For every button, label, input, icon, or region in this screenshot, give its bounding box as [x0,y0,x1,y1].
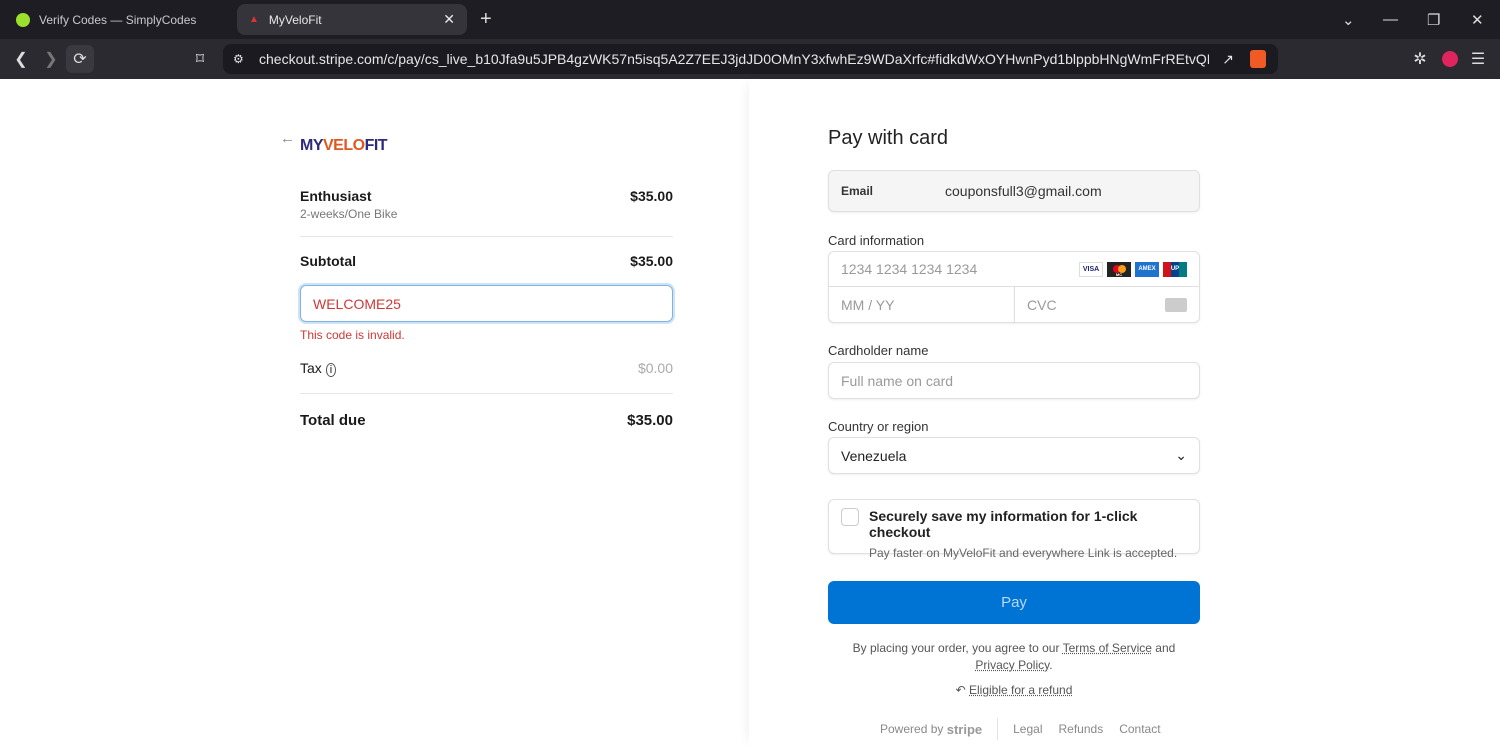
tab-label: Verify Codes — SimplyCodes [39,12,197,27]
powered-by: Powered by [880,722,944,736]
item-name: Enthusiast [300,188,372,204]
card-number-input[interactable]: 1234 1234 1234 1234 VISA MC AMEX UP [828,251,1200,287]
total-value: $35.00 [627,412,673,429]
total-row: Total due $35.00 [300,412,673,429]
amex-icon: AMEX [1135,261,1159,277]
extension-x-icon[interactable] [1440,39,1460,79]
bookmark-icon[interactable]: ⌑ [190,39,210,79]
menu-icon[interactable]: ☰ [1468,39,1488,79]
cardholder-name-input[interactable]: Full name on card [828,362,1200,399]
expiry-placeholder: MM / YY [841,296,895,313]
tab-myvelofit[interactable]: ▲ MyVeloFit ✕ [237,4,467,35]
visa-icon: VISA [1079,261,1103,277]
tax-value: $0.00 [637,360,673,376]
payment-title: Pay with card [828,127,949,149]
close-tab-icon[interactable]: ✕ [443,11,455,28]
address-bar[interactable]: ⚙ checkout.stripe.com/c/pay/cs_live_b10J… [223,44,1278,74]
divider [300,393,673,394]
back-arrow-icon[interactable]: ← [280,130,295,147]
myvelofit-favicon: ▲ [249,14,259,25]
share-icon[interactable]: ↗ [1222,51,1234,68]
email-field[interactable]: Email couponsfull3@gmail.com [828,170,1200,212]
email-value: couponsfull3@gmail.com [945,183,1102,199]
mastercard-label: MC [1115,271,1123,277]
contact-link[interactable]: Contact [1119,722,1160,736]
brave-shield-icon[interactable] [1250,50,1266,68]
brand-logo[interactable]: MYVELOFIT [300,137,388,155]
refunds-link[interactable]: Refunds [1059,722,1104,736]
stripe-logo[interactable]: stripe [947,722,982,737]
browser-toolbar: ❮ ❯ ⟳ ⌑ ⚙ checkout.stripe.com/c/pay/cs_l… [0,39,1500,79]
country-value: Venezuela [841,447,907,464]
cardholder-name-label: Cardholder name [828,343,929,358]
terms-of-service-link[interactable]: Terms of Service [1063,641,1152,655]
url-text: checkout.stripe.com/c/pay/cs_live_b10Jfa… [259,51,1209,67]
refund-link[interactable]: Eligible for a refund [969,683,1072,697]
terms-prefix: By placing your order, you agree to our [852,641,1060,655]
forward-button[interactable]: ❯ [40,39,62,79]
save-info-box: Securely save my information for 1-click… [828,499,1200,560]
close-window-button[interactable]: ✕ [1471,0,1484,39]
refund-icon: ↶ [955,683,966,697]
restore-button[interactable]: ❐ [1427,0,1440,39]
cvc-input[interactable]: CVC [1014,286,1200,323]
subtotal-row: Subtotal $35.00 [300,253,673,269]
tab-bar: Verify Codes — SimplyCodes ▲ MyVeloFit ✕… [0,0,1500,39]
divider [997,718,999,740]
promo-code-input[interactable]: WELCOME25 [300,285,673,322]
subtotal-value: $35.00 [630,253,673,269]
tax-label: Tax [300,360,322,376]
unionpay-icon: UP [1163,261,1187,277]
privacy-policy-link[interactable]: Privacy Policy [975,658,1049,672]
simplycodes-icon [16,12,30,27]
save-info-checkbox[interactable] [841,508,859,526]
subtotal-label: Subtotal [300,253,356,269]
chevron-down-icon: ⌄ [1175,447,1187,463]
cvc-card-icon [1165,297,1187,312]
extensions-icon[interactable]: ✲ [1410,39,1430,79]
refund-row: ↶ Eligible for a refund [828,683,1200,697]
minimize-button[interactable]: — [1383,0,1398,39]
footer: Powered by stripe Legal Refunds Contact [880,718,1161,740]
email-label: Email [841,184,874,198]
divider [300,236,673,237]
expiry-input[interactable]: MM / YY [828,286,1015,323]
tab-list-chevron-icon[interactable]: ⌄ [1342,0,1355,39]
new-tab-button[interactable]: + [480,0,492,39]
card-info-label: Card information [828,233,925,248]
country-select[interactable]: Venezuela ⌄ [828,437,1200,474]
card-number-placeholder: 1234 1234 1234 1234 [841,261,978,277]
terms-and: and [1155,641,1176,655]
legal-link[interactable]: Legal [1013,722,1042,736]
tab-verify-codes[interactable]: Verify Codes — SimplyCodes [4,4,232,35]
tax-row: Tax i $0.00 [300,360,673,377]
save-info-title: Securely save my information for 1-click… [869,508,1138,540]
info-icon[interactable]: i [325,363,337,377]
pay-button[interactable]: Pay [828,581,1200,624]
cvc-placeholder: CVC [1027,296,1057,313]
tab-label: MyVeloFit [268,12,322,27]
period: . [1049,658,1053,672]
line-item: Enthusiast 2-weeks/One Bike $35.00 [300,188,673,221]
total-label: Total due [300,412,366,429]
mastercard-icon: MC [1107,261,1131,277]
item-description: 2-weeks/One Bike [300,207,398,221]
country-label: Country or region [828,419,929,434]
save-info-description: Pay faster on MyVeloFit and everywhere L… [869,546,1178,560]
back-button[interactable]: ❮ [10,39,32,79]
site-settings-icon[interactable]: ⚙ [233,52,244,66]
item-price: $35.00 [630,188,673,204]
reload-button[interactable]: ⟳ [66,45,94,73]
promo-error: This code is invalid. [300,328,405,342]
cardholder-name-placeholder: Full name on card [841,372,954,389]
terms-text: By placing your order, you agree to our … [828,640,1200,674]
